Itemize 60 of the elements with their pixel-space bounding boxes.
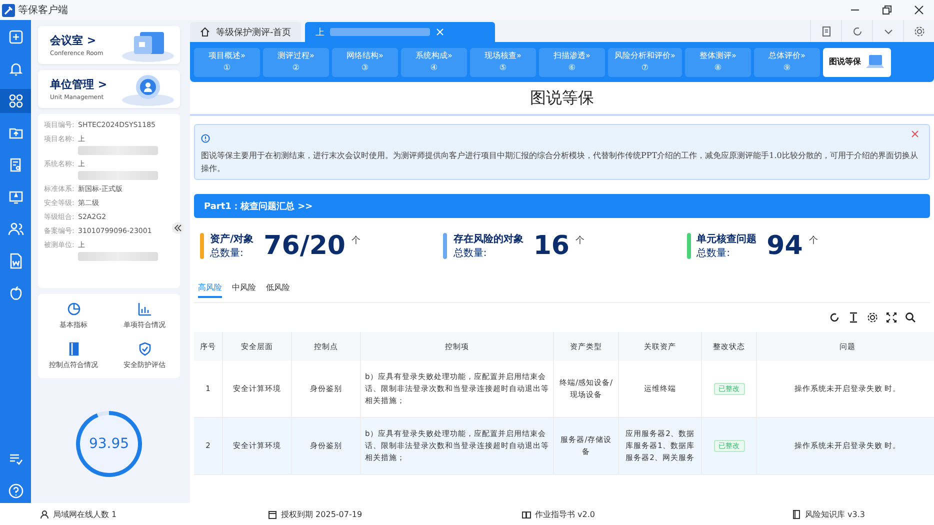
- users-icon: [8, 221, 24, 237]
- calendar-icon: [268, 510, 277, 518]
- book-icon: [66, 342, 80, 356]
- book-icon: [522, 510, 531, 518]
- help-icon[interactable]: [8, 483, 24, 499]
- info-icon: [201, 134, 210, 143]
- stat-value: 16: [533, 231, 570, 261]
- collapse-icon[interactable]: [172, 222, 184, 234]
- risk-tab[interactable]: 高风险: [198, 282, 222, 298]
- plus-icon: [8, 29, 24, 45]
- stat-unit: 个: [576, 234, 585, 247]
- status-text: 授权到期 2025-07-19: [281, 508, 362, 520]
- notice-text: 图说等保主要用于在初测结束，进行末次会议时使用。为测评师提供向客户进行项目中期汇报的综合分析模块，代替制作传统PPT介绍的工作，减免应原测评能手1.0比较分散的，可用于介绍的界面切换从操作。: [201, 150, 919, 175]
- bar-chart-icon: [138, 302, 152, 316]
- risk-tab[interactable]: 低风险: [266, 282, 290, 298]
- risk-tab[interactable]: 中风险: [232, 282, 256, 298]
- doc-icon: [8, 157, 24, 173]
- word-icon: [8, 253, 24, 269]
- nav-rail-item[interactable]: [0, 89, 31, 113]
- step-tab[interactable]: 图说等保: [823, 48, 891, 76]
- status-text: 作业指导书 v2.0: [535, 508, 595, 520]
- stat-title: 存在风险的对象: [453, 232, 524, 246]
- laptop-icon: [865, 54, 885, 70]
- card-title: 单位管理 >: [50, 77, 108, 92]
- apple-icon: [8, 285, 24, 301]
- fullscreen-icon[interactable]: [886, 312, 897, 323]
- search-icon[interactable]: [905, 312, 916, 323]
- stat-subtitle: 总数量:: [696, 246, 732, 260]
- bell-icon: [8, 61, 24, 77]
- refresh-icon[interactable]: [829, 312, 840, 323]
- stat-title: 资产/对象: [210, 232, 254, 246]
- banner-title: 图说等保: [530, 88, 594, 108]
- column-height-icon[interactable]: [848, 312, 859, 323]
- stat-subtitle: 总数量:: [453, 246, 488, 260]
- status-text: 局域网在线人数 1: [53, 508, 117, 520]
- score-value: 93.95: [88, 436, 130, 452]
- settings-icon[interactable]: [867, 312, 878, 323]
- stat-subtitle: 总数量:: [210, 246, 244, 260]
- tab[interactable]: 上: [305, 22, 496, 42]
- close-icon[interactable]: [914, 5, 924, 15]
- status-text: 风险知识库 v3.3: [805, 508, 865, 520]
- person-illustration-icon: [120, 72, 176, 106]
- close-tab-icon[interactable]: [436, 28, 444, 36]
- stat-unit: 个: [352, 234, 361, 247]
- stat-unit: 个: [808, 234, 818, 247]
- home-icon: [200, 27, 210, 37]
- stat-value: 94: [766, 231, 803, 261]
- section-header: Part1：核查问题汇总 >>: [194, 194, 930, 218]
- pie-chart-icon: [66, 302, 80, 316]
- card-title: 会议室 >: [50, 33, 98, 48]
- tab[interactable]: 等级保护测评-首页: [190, 22, 302, 42]
- restore-icon[interactable]: [882, 5, 892, 15]
- app-title: 等保客户端: [18, 4, 68, 17]
- grid-icon: [8, 93, 24, 109]
- shield-check-icon: [138, 342, 152, 356]
- stat-value: 76/20: [264, 231, 346, 261]
- stat-title: 单元核查问题: [696, 232, 757, 246]
- book-icon: [792, 510, 801, 518]
- user-icon: [40, 510, 49, 518]
- monitor-icon: [8, 189, 24, 205]
